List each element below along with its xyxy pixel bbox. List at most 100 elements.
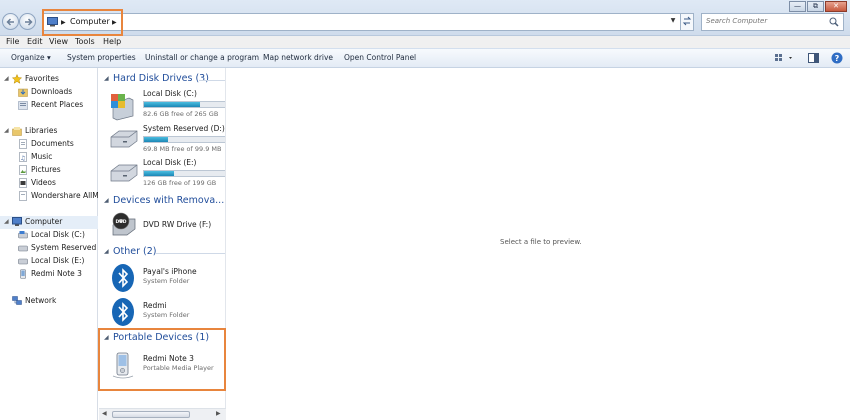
nav-libraries[interactable]: ◢ Libraries: [0, 125, 98, 138]
drive-local-disk-c[interactable]: Local Disk (C:) 82.6 GB free of 265 GB: [99, 89, 225, 125]
nav-wondershare[interactable]: Wondershare AllMyT: [0, 190, 98, 203]
bluetooth-icon: [112, 264, 134, 292]
collapse-icon[interactable]: ◢: [104, 75, 109, 82]
drive-usage-bar: [143, 170, 225, 177]
nav-recent-places[interactable]: Recent Places: [0, 99, 98, 112]
drive-free-space: 69.8 MB free of 99.9 MB: [143, 145, 222, 153]
computer-icon: [12, 217, 22, 226]
group-divider: [199, 80, 225, 81]
nav-label: Pictures: [31, 165, 61, 174]
nav-system-reserved[interactable]: System Reserved (D:: [0, 242, 98, 255]
address-history-dropdown[interactable]: ▼: [668, 17, 678, 28]
horizontal-scrollbar[interactable]: ◀ ▶: [99, 408, 226, 420]
forward-button[interactable]: [19, 13, 36, 30]
group-label: Other (2): [113, 246, 157, 257]
nav-redmi-note-3[interactable]: Redmi Note 3: [0, 268, 98, 281]
nav-local-disk-e[interactable]: Local Disk (E:): [0, 255, 98, 268]
nav-downloads[interactable]: Downloads: [0, 86, 98, 99]
system-drive-icon: [111, 94, 134, 121]
device-payals-iphone[interactable]: Payal's iPhone System Folder: [99, 263, 225, 297]
search-icon[interactable]: [829, 17, 839, 27]
collapse-icon[interactable]: ◢: [4, 218, 9, 225]
breadcrumb-computer[interactable]: Computer: [70, 17, 110, 26]
address-bar[interactable]: ▶ Computer ▶ ▼: [42, 9, 692, 36]
drive-local-disk-e[interactable]: Local Disk (E:) 126 GB free of 199 GB: [99, 158, 225, 194]
phone-icon: [20, 269, 26, 279]
nav-label: Network: [25, 296, 57, 305]
menu-tools[interactable]: Tools: [75, 37, 95, 46]
menu-edit[interactable]: Edit: [27, 37, 43, 46]
menu-file[interactable]: File: [6, 37, 19, 46]
hard-drive-icon: [18, 231, 28, 239]
system-properties-button[interactable]: System properties: [67, 53, 136, 62]
help-icon[interactable]: ?: [831, 52, 843, 64]
device-type: System Folder: [143, 311, 190, 319]
map-network-drive-button[interactable]: Map network drive: [263, 53, 333, 62]
nav-documents[interactable]: Documents: [0, 138, 98, 151]
back-button[interactable]: [2, 13, 19, 30]
nav-label: System Reserved (D:: [31, 243, 98, 252]
change-view-icon[interactable]: [774, 52, 796, 64]
videos-icon: [19, 178, 27, 188]
scroll-left-icon[interactable]: ◀: [102, 410, 107, 417]
nav-local-disk-c[interactable]: Local Disk (C:): [0, 229, 98, 242]
refresh-icon: [682, 16, 692, 26]
drive-usage-bar: [143, 136, 225, 143]
uninstall-program-button[interactable]: Uninstall or change a program: [145, 53, 259, 62]
collapse-icon[interactable]: ◢: [4, 75, 9, 82]
nav-videos[interactable]: Videos: [0, 177, 98, 190]
breadcrumb-dropdown-icon[interactable]: ▶: [112, 19, 117, 26]
search-input[interactable]: [706, 17, 826, 25]
nav-label: Redmi Note 3: [31, 269, 82, 278]
maximize-button[interactable]: ⧉: [807, 1, 824, 12]
close-button[interactable]: ✕: [825, 1, 847, 12]
nav-network[interactable]: Network: [0, 295, 98, 308]
nav-computer[interactable]: ◢ Computer: [0, 216, 98, 229]
portable-devices-highlight-box: [98, 328, 226, 391]
svg-text:?: ?: [835, 54, 840, 63]
group-label: Devices with Remova... (1): [113, 195, 225, 206]
group-other[interactable]: ◢ Other (2): [99, 245, 225, 259]
drive-usage-fill: [144, 102, 200, 107]
device-name: Payal's iPhone: [143, 267, 197, 276]
collapse-icon[interactable]: ◢: [104, 248, 109, 255]
drive-name: Local Disk (E:): [143, 158, 197, 167]
collapse-icon[interactable]: ◢: [4, 127, 9, 134]
scrollbar-thumb[interactable]: [112, 411, 190, 418]
nav-label: Music: [31, 152, 53, 161]
documents-icon: [19, 139, 27, 149]
nav-label: Local Disk (C:): [31, 230, 85, 239]
menu-help[interactable]: Help: [103, 37, 121, 46]
organize-button[interactable]: Organize ▾: [11, 53, 51, 62]
refresh-button[interactable]: [680, 13, 694, 31]
library-folder-icon: [19, 191, 27, 201]
nav-label: Local Disk (E:): [31, 256, 85, 265]
star-icon: [12, 74, 22, 84]
command-bar: Organize ▾ System properties Uninstall o…: [0, 48, 850, 68]
forward-arrow-icon: [25, 18, 33, 26]
group-hard-disk-drives[interactable]: ◢ Hard Disk Drives (3): [99, 72, 225, 86]
nav-favorites[interactable]: ◢ Favorites: [0, 73, 98, 86]
nav-music[interactable]: ♫ Music: [0, 151, 98, 164]
drive-usage-fill: [144, 137, 169, 142]
drive-system-reserved[interactable]: System Reserved (D:) 69.8 MB free of 99.…: [99, 124, 225, 160]
drive-free-space: 126 GB free of 199 GB: [143, 179, 217, 187]
menu-view[interactable]: View: [49, 37, 68, 46]
scroll-right-icon[interactable]: ▶: [216, 410, 221, 417]
open-control-panel-button[interactable]: Open Control Panel: [344, 53, 416, 62]
search-box[interactable]: [701, 13, 844, 31]
preview-pane-icon[interactable]: [808, 52, 819, 64]
drive-dvd-rw[interactable]: DVD DVD RW Drive (F:): [99, 211, 225, 245]
drive-usage-fill: [144, 171, 174, 176]
nav-label: Documents: [31, 139, 74, 148]
breadcrumb-arrow-icon[interactable]: ▶: [61, 19, 66, 26]
computer-icon: [47, 17, 58, 27]
nav-pictures[interactable]: Pictures: [0, 164, 98, 177]
collapse-icon[interactable]: ◢: [104, 197, 109, 204]
device-redmi[interactable]: Redmi System Folder: [99, 297, 225, 331]
hard-drive-icon: [110, 130, 138, 148]
menu-bar: File Edit View Tools Help: [0, 36, 850, 48]
group-removable-devices[interactable]: ◢ Devices with Remova... (1): [99, 194, 225, 208]
minimize-button[interactable]: —: [789, 1, 806, 12]
drive-free-space: 82.6 GB free of 265 GB: [143, 110, 219, 118]
